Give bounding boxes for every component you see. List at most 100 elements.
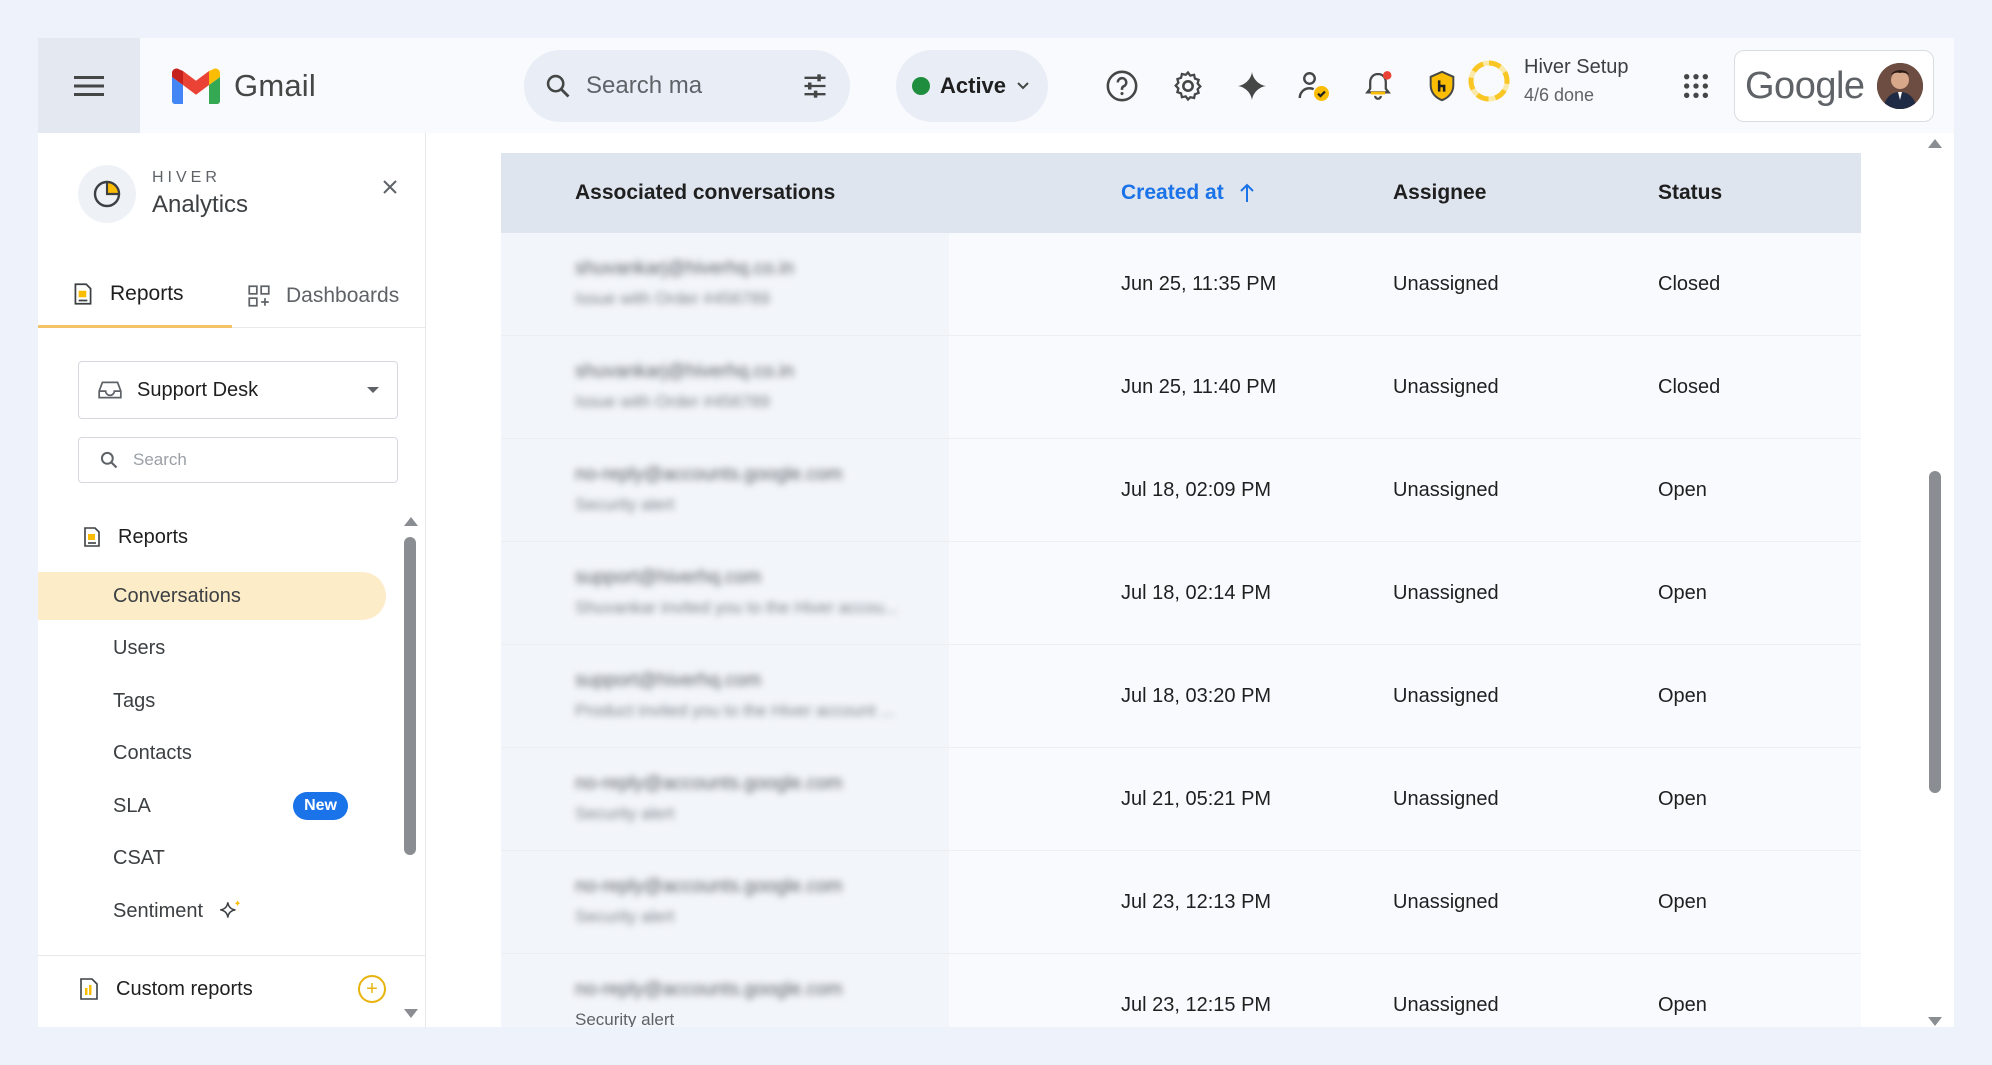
conversation-cell[interactable]: no-reply@accounts.google.com Security ale… (501, 439, 949, 541)
hiver-shield-button[interactable] (1416, 60, 1468, 112)
apps-grid-icon (1683, 73, 1709, 99)
sidebar-scroll-up-arrow[interactable] (404, 517, 418, 526)
created-at-cell: Jul 21, 05:21 PM (1121, 787, 1272, 810)
hiver-setup-progress[interactable]: Hiver Setup 4/6 done (1466, 56, 1629, 106)
agent-status-icon (1298, 72, 1329, 101)
caret-down-icon (367, 387, 379, 393)
main-scroll-up-arrow[interactable] (1928, 139, 1942, 148)
column-header-label: Created at (1121, 181, 1224, 204)
conversation-subject: Product invited you to the Hiver account… (575, 701, 895, 720)
table-row[interactable]: support@hiverhq.com Shuvankar invited you… (501, 542, 1861, 645)
sidebar-item-sla[interactable]: SLA New (38, 782, 386, 830)
conversation-email: no-reply@accounts.google.com (575, 773, 843, 794)
setup-title: Hiver Setup (1524, 56, 1629, 78)
table-row[interactable]: no-reply@accounts.google.com Security ale… (501, 954, 1861, 1027)
table-row[interactable]: shuvankarj@hiverhq.co.in Issue with Order… (501, 336, 1861, 439)
close-sidebar-button[interactable] (378, 175, 402, 199)
mailbox-select[interactable]: Support Desk (78, 361, 398, 419)
conversation-cell[interactable]: shuvankarj@hiverhq.co.in Issue with Order… (501, 336, 949, 438)
conversation-cell[interactable]: support@hiverhq.com Product invited you t… (501, 645, 949, 747)
table-row[interactable]: no-reply@accounts.google.com Security ale… (501, 851, 1861, 954)
table-row[interactable]: shuvankarj@hiverhq.co.in Issue with Order… (501, 233, 1861, 336)
sidebar-scroll-down-arrow[interactable] (404, 1009, 418, 1018)
assignee-cell: Unassigned (1393, 890, 1499, 913)
reports-search-box[interactable] (78, 437, 398, 483)
conversation-email: support@hiverhq.com (575, 567, 762, 588)
new-badge: New (293, 792, 348, 820)
settings-button[interactable] (1162, 60, 1214, 112)
conversation-cell[interactable]: shuvankarj@hiverhq.co.in Issue with Order… (501, 233, 949, 335)
table-row[interactable]: no-reply@accounts.google.com Security ale… (501, 748, 1861, 851)
agent-availability-button[interactable] (1288, 60, 1340, 112)
hiver-analytics-header: HIVER Analytics (78, 165, 248, 223)
progress-ring-icon (1468, 60, 1510, 102)
google-account-button[interactable]: Google (1734, 50, 1934, 122)
assignee-cell: Unassigned (1393, 581, 1499, 604)
conversation-subject: Shuvankar invited you to the Hiver accou… (575, 598, 899, 617)
gmail-logo[interactable]: Gmail (172, 68, 316, 104)
main-menu-button[interactable] (38, 38, 140, 133)
add-icon[interactable]: + (358, 975, 386, 1003)
sidebar-item-sentiment[interactable]: Sentiment (38, 887, 386, 935)
conversation-email: shuvankarj@hiverhq.co.in (575, 258, 794, 279)
gemini-icon (1237, 71, 1267, 101)
notifications-icon (1365, 71, 1392, 100)
close-icon (383, 180, 397, 194)
table-row[interactable]: support@hiverhq.com Product invited you t… (501, 645, 1861, 748)
conversation-subject: Issue with Order #456789 (575, 289, 770, 308)
sidebar-item-users[interactable]: Users (38, 624, 386, 672)
conversation-subject: Security alert (575, 804, 675, 823)
conversation-subject: Security alert (575, 907, 675, 926)
column-header-created[interactable]: Created at (1121, 153, 1256, 233)
column-header-status[interactable]: Status (1658, 153, 1722, 233)
inbox-icon (98, 381, 122, 399)
reports-search-input[interactable] (133, 450, 353, 470)
sparkle-icon (220, 900, 241, 918)
help-icon (1106, 70, 1138, 102)
notifications-button[interactable] (1352, 60, 1404, 112)
sidebar-item-csat[interactable]: CSAT (38, 834, 386, 882)
main-scrollbar[interactable] (1929, 471, 1941, 793)
sidebar-divider (38, 955, 426, 956)
sidebar-scrollbar[interactable] (404, 537, 416, 855)
sidebar-item-label: Users (113, 636, 166, 659)
help-button[interactable] (1096, 60, 1148, 112)
conversation-email: shuvankarj@hiverhq.co.in (575, 361, 794, 382)
agent-status-dropdown[interactable]: Active (896, 50, 1048, 122)
column-header-label: Associated conversations (575, 181, 836, 204)
tune-icon[interactable] (800, 72, 830, 100)
sidebar-item-conversations[interactable]: Conversations (38, 572, 386, 620)
gemini-button[interactable] (1226, 60, 1278, 112)
column-header-conversations[interactable]: Associated conversations (575, 153, 835, 233)
gmail-top-bar: Gmail Active (38, 38, 1954, 133)
conversation-cell[interactable]: support@hiverhq.com Shuvankar invited you… (501, 542, 949, 644)
created-at-cell: Jul 18, 03:20 PM (1121, 684, 1272, 707)
mail-search-bar[interactable] (524, 50, 850, 122)
conversation-email: no-reply@accounts.google.com (575, 876, 843, 897)
sidebar-item-tags[interactable]: Tags (38, 677, 386, 725)
table-row[interactable]: no-reply@accounts.google.com Security ale… (501, 439, 1861, 542)
analytics-icon (78, 165, 136, 223)
sidebar-item-contacts[interactable]: Contacts (38, 729, 386, 777)
sidebar-item-label: Conversations (113, 584, 241, 607)
conversation-cell[interactable]: no-reply@accounts.google.com Security ale… (501, 851, 949, 953)
app-window: Gmail Active (38, 38, 1954, 1027)
status-cell: Open (1658, 478, 1707, 501)
custom-reports-item[interactable]: Custom reports + (78, 975, 386, 1003)
avatar (1877, 63, 1923, 109)
assignee-cell: Unassigned (1393, 375, 1499, 398)
conversation-subject: Security alert (575, 1010, 675, 1027)
assignee-cell: Unassigned (1393, 272, 1499, 295)
main-scroll-down-arrow[interactable] (1928, 1017, 1942, 1026)
status-cell: Closed (1658, 272, 1721, 295)
tab-dashboards[interactable]: Dashboards (246, 263, 426, 328)
tab-reports[interactable]: Reports (38, 263, 232, 328)
google-apps-button[interactable] (1670, 60, 1722, 112)
conversation-cell[interactable]: no-reply@accounts.google.com Security ale… (501, 748, 949, 850)
assignee-cell: Unassigned (1393, 787, 1499, 810)
conversation-cell[interactable]: no-reply@accounts.google.com Security ale… (501, 954, 949, 1027)
status-dot (912, 77, 930, 95)
hiver-brand-label: HIVER (152, 169, 221, 186)
mail-search-input[interactable] (586, 72, 766, 100)
column-header-assignee[interactable]: Assignee (1393, 153, 1486, 233)
